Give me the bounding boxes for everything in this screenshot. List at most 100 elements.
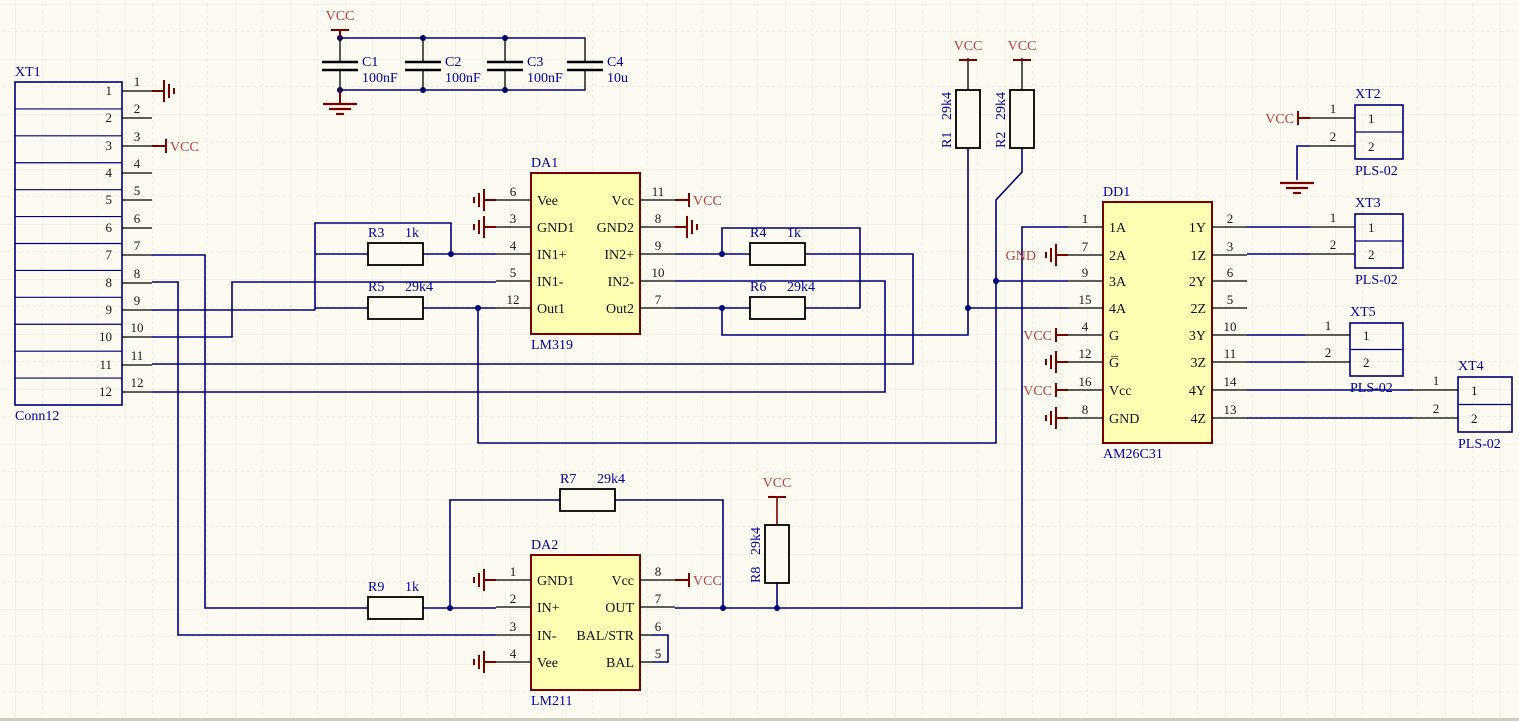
pin-name: GND <box>1109 412 1139 427</box>
resistor-r2[interactable] <box>1009 89 1035 149</box>
pin-name: IN1- <box>537 275 564 290</box>
pin-number: 6 <box>510 184 517 199</box>
vcc-label: VCC <box>1265 112 1294 127</box>
pin-number: 6 <box>134 211 141 226</box>
pin-number: 2 <box>1363 355 1370 370</box>
pin-number: 2 <box>1471 411 1478 426</box>
component-ref: R8 <box>749 567 764 583</box>
pin-number: 5 <box>134 183 141 198</box>
pin-name: Vee <box>537 656 558 671</box>
pin-number: 10 <box>652 265 665 280</box>
resistor-r1[interactable] <box>955 89 981 149</box>
resistor-r7[interactable] <box>559 488 616 512</box>
junction-dot <box>720 605 726 611</box>
vcc-label: VCC <box>326 9 355 24</box>
component-ref: R3 <box>368 226 384 241</box>
component-value: PLS-02 <box>1355 273 1398 288</box>
pin-number: 12 <box>99 384 112 399</box>
vcc-label: VCC <box>763 476 792 491</box>
pin-number: 2 <box>1330 129 1337 144</box>
pin-number: 7 <box>655 292 662 307</box>
pin-number: 12 <box>131 375 144 390</box>
pin-name: Vcc <box>611 194 634 209</box>
gnd-label: GND <box>1006 249 1036 264</box>
junction-dot <box>448 251 454 257</box>
component-ref: C2 <box>445 55 461 70</box>
junction-dot <box>719 305 725 311</box>
pin-name: BAL <box>606 656 634 671</box>
pin-number: 2 <box>510 591 517 606</box>
pin-number: 10 <box>131 320 144 335</box>
pin-number: 5 <box>1227 292 1234 307</box>
pin-number: 7 <box>134 238 141 253</box>
pin-number: 4 <box>106 165 113 180</box>
pin-name: IN+ <box>537 601 560 616</box>
component-value: 29k4 <box>749 527 764 555</box>
component-value: 100nF <box>445 71 481 86</box>
pin-number: 2 <box>1330 237 1337 252</box>
pin-number: 1 <box>106 83 113 98</box>
component-ref: XT3 <box>1355 196 1381 211</box>
component-ref: R4 <box>750 226 766 241</box>
resistor-r4[interactable] <box>749 242 806 266</box>
pin-number: 1 <box>1368 111 1375 126</box>
ic-dd1[interactable] <box>1102 201 1213 444</box>
pin-number: 8 <box>655 564 662 579</box>
resistor-r8[interactable] <box>764 524 790 584</box>
resistor-r5[interactable] <box>367 296 424 320</box>
component-value: LM319 <box>531 338 573 353</box>
pin-name: OUT <box>605 601 634 616</box>
vcc-label: VCC <box>1023 384 1052 399</box>
pin-name: 1Y <box>1189 221 1206 236</box>
pin-number: 12 <box>507 292 520 307</box>
component-ref: C4 <box>607 55 623 70</box>
component-ref: XT5 <box>1350 305 1376 320</box>
pin-number: 11 <box>131 348 144 363</box>
resistor-r6[interactable] <box>749 296 806 320</box>
pin-name: 2A <box>1109 249 1127 264</box>
resistor-r9[interactable] <box>367 596 424 620</box>
component-value: 100nF <box>527 71 563 86</box>
component-value: 29k4 <box>405 280 433 295</box>
component-ref: R2 <box>994 132 1009 148</box>
component-ref: XT1 <box>15 65 41 80</box>
pin-number: 3 <box>134 129 141 144</box>
resistor-r3[interactable] <box>367 242 424 266</box>
component-ref: R5 <box>368 280 384 295</box>
component-value: 29k4 <box>597 472 625 487</box>
component-ref: R7 <box>560 472 576 487</box>
component-ref: XT4 <box>1458 359 1484 374</box>
pin-number: 2 <box>1227 211 1234 226</box>
junction-dot <box>993 278 999 284</box>
pin-number: 11 <box>99 357 112 372</box>
pin-number: 9 <box>134 293 141 308</box>
pin-number: 8 <box>655 211 662 226</box>
component-value: 10u <box>607 71 628 86</box>
pin-number: 8 <box>106 275 113 290</box>
pin-number: 3 <box>106 138 113 153</box>
component-ref: XT2 <box>1355 87 1381 102</box>
pin-number: 14 <box>1224 374 1238 389</box>
component-ref: R6 <box>750 280 766 295</box>
vcc-label: VCC <box>693 194 722 209</box>
grid-overlay <box>0 0 1519 721</box>
component-ref: DD1 <box>1103 185 1130 200</box>
component-value: PLS-02 <box>1355 164 1398 179</box>
component-value: 1k <box>405 580 419 595</box>
pin-number: 10 <box>99 329 112 344</box>
schematic-canvas: C1 100nF C2 100nF C3 100nF C4 10u VCC R3… <box>0 0 1519 721</box>
pin-number: 11 <box>652 184 665 199</box>
pin-number: 3 <box>1227 239 1234 254</box>
pin-name: Vcc <box>1109 384 1132 399</box>
component-value: LM211 <box>531 694 572 709</box>
pin-number: 7 <box>655 591 662 606</box>
pin-name: 4Y <box>1189 384 1206 399</box>
pin-name: BAL/STR <box>576 629 634 644</box>
component-value: 29k4 <box>787 280 815 295</box>
component-value: PLS-02 <box>1350 381 1393 396</box>
pin-name: GND1 <box>537 574 574 589</box>
component-value: 29k4 <box>940 92 955 120</box>
pin-name: IN1+ <box>537 248 567 263</box>
pin-name: G̅ <box>1109 355 1119 371</box>
component-ref: C1 <box>362 55 378 70</box>
